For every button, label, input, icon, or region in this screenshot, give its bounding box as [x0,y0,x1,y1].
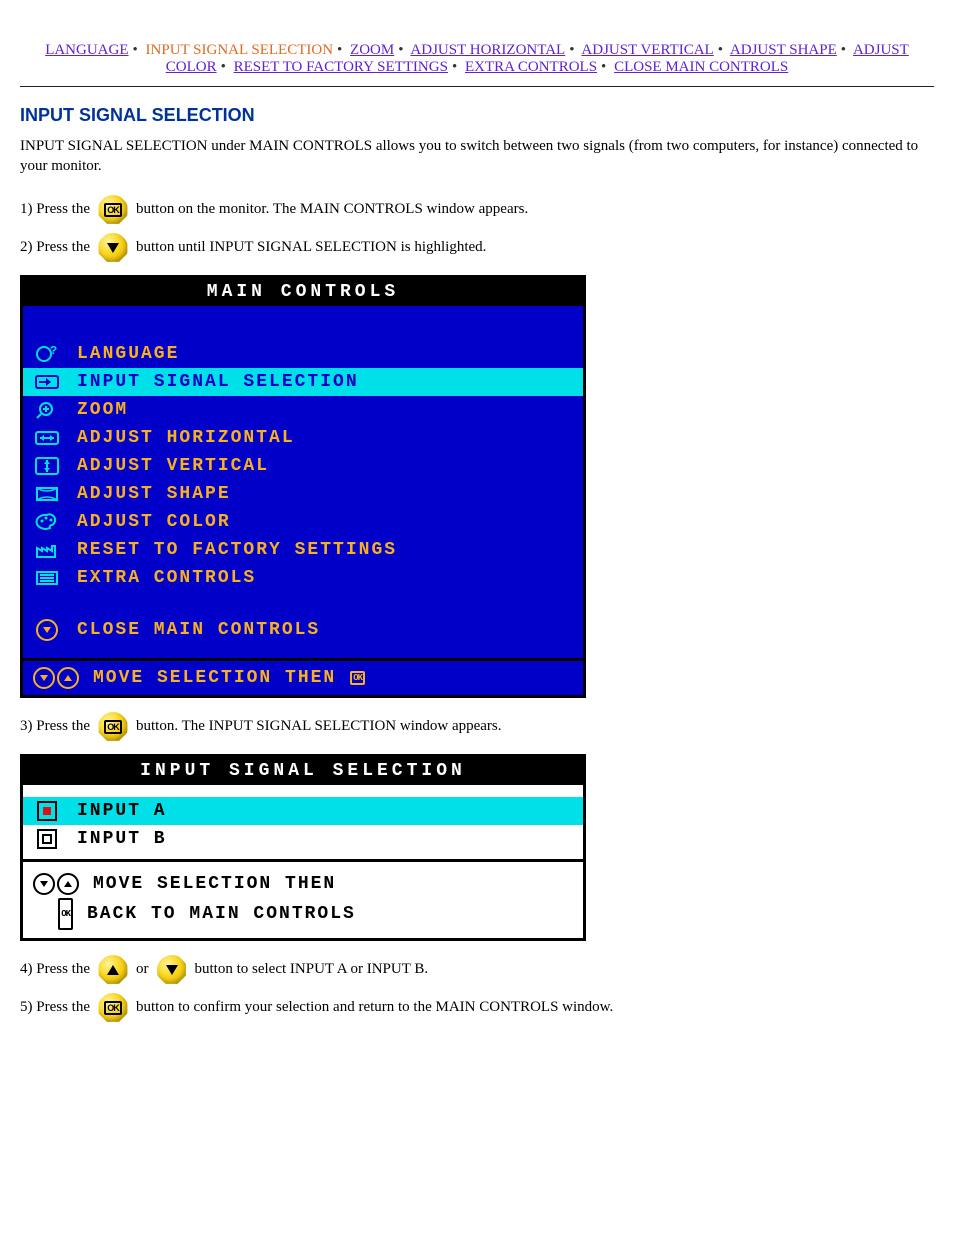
arrow-in-icon [31,373,63,391]
list-icon [31,569,63,587]
ok-box-icon: OK [58,898,73,930]
step-4-text-b: button to select INPUT A or INPUT B. [195,957,429,983]
osd-item-label: ADJUST SHAPE [77,484,231,504]
osd-input-b-label: INPUT B [77,829,167,849]
osd-input-hint2: BACK TO MAIN CONTROLS [87,900,356,928]
nav-reset-factory[interactable]: RESET TO FACTORY SETTINGS [234,59,448,75]
radio-unselected-icon [31,829,63,849]
osd-item-language[interactable]: LANGUAGE [23,340,583,368]
osd-item-label: ADJUST HORIZONTAL [77,428,295,448]
palette-icon [31,513,63,531]
horizontal-arrows-icon [31,429,63,447]
up-button-icon [98,955,128,985]
osd-input-a-label: INPUT A [77,801,167,821]
nav-zoom[interactable]: ZOOM [350,42,394,58]
step-3-text-a: 3) Press the [20,714,90,740]
osd-item-reset-factory[interactable]: RESET TO FACTORY SETTINGS [23,536,583,564]
step-2: 2) Press the button until INPUT SIGNAL S… [20,233,920,263]
step-5-text-a: 5) Press the [20,995,90,1021]
intro-text: INPUT SIGNAL SELECTION under MAIN CONTRO… [20,136,920,177]
osd-item-adjust-horizontal[interactable]: ADJUST HORIZONTAL [23,424,583,452]
osd-input-selection: INPUT SIGNAL SELECTION INPUT A INPUT B [20,754,586,941]
ok-button-icon: OK [98,993,128,1023]
osd-input-hintbar: MOVE SELECTION THEN OK BACK TO MAIN CONT… [23,859,583,938]
osd-item-zoom[interactable]: ZOOM [23,396,583,424]
nav-input-signal-selection: INPUT SIGNAL SELECTION [146,42,334,58]
osd-item-input-signal-selection[interactable]: INPUT SIGNAL SELECTION [23,368,583,396]
globe-question-icon [31,345,63,363]
shape-icon [31,485,63,503]
down-button-icon [98,233,128,263]
osd-item-extra-controls[interactable]: EXTRA CONTROLS [23,564,583,592]
osd-item-adjust-shape[interactable]: ADJUST SHAPE [23,480,583,508]
step-1: 1) Press the OK button on the monitor. T… [20,195,920,225]
breadcrumb: LANGUAGE• INPUT SIGNAL SELECTION• ZOOM• … [20,20,934,80]
ok-button-icon: OK [98,195,128,225]
osd-main-controls: MAIN CONTROLS LANGUAGE INPUT SIGNAL SELE… [20,275,586,698]
osd-item-label: RESET TO FACTORY SETTINGS [77,540,397,560]
down-button-icon [157,955,187,985]
radio-selected-icon [31,801,63,821]
osd-item-adjust-color[interactable]: ADJUST COLOR [23,508,583,536]
osd-input-hint1: MOVE SELECTION THEN [93,870,336,898]
step-4-or: or [136,957,149,983]
step-3-text-b: button. The INPUT SIGNAL SELECTION windo… [136,714,502,740]
nav-adjust-vertical[interactable]: ADJUST VERTICAL [581,42,713,58]
step-4: 4) Press the or button to select INPUT A… [20,955,920,985]
ok-box-icon: OK [350,671,365,685]
factory-icon [31,541,63,559]
step-2-text-b: button until INPUT SIGNAL SELECTION is h… [136,235,486,261]
osd-item-label: ADJUST VERTICAL [77,456,269,476]
nav-close-main-controls[interactable]: CLOSE MAIN CONTROLS [614,59,788,75]
osd-close-main-controls[interactable]: CLOSE MAIN CONTROLS [23,616,583,644]
osd-item-label: EXTRA CONTROLS [77,568,256,588]
step-1-text-b: button on the monitor. The MAIN CONTROLS… [136,197,528,223]
osd-item-label: ZOOM [77,400,128,420]
nav-adjust-horizontal[interactable]: ADJUST HORIZONTAL [410,42,565,58]
osd-input-a[interactable]: INPUT A [23,797,583,825]
nav-adjust-shape[interactable]: ADJUST SHAPE [730,42,837,58]
down-arrow-icon [33,667,55,689]
step-1-text-a: 1) Press the [20,197,90,223]
step-3: 3) Press the OK button. The INPUT SIGNAL… [20,712,920,742]
osd-close-label: CLOSE MAIN CONTROLS [77,620,320,640]
section-title: INPUT SIGNAL SELECTION [20,105,934,126]
step-5: 5) Press the OK button to confirm your s… [20,993,920,1023]
close-down-icon [31,619,63,641]
osd-item-label: LANGUAGE [77,344,179,364]
osd-main-hintbar: MOVE SELECTION THEN OK [23,658,583,695]
osd-input-title: INPUT SIGNAL SELECTION [23,757,583,785]
osd-input-b[interactable]: INPUT B [23,825,583,853]
step-5-text-b: button to confirm your selection and ret… [136,995,613,1021]
osd-main-title: MAIN CONTROLS [23,278,583,306]
up-arrow-icon [57,667,79,689]
osd-main-hint-text: MOVE SELECTION THEN [93,668,336,688]
nav-extra-controls[interactable]: EXTRA CONTROLS [465,59,597,75]
divider [20,86,934,87]
down-arrow-icon [33,873,55,895]
ok-button-icon: OK [98,712,128,742]
osd-item-adjust-vertical[interactable]: ADJUST VERTICAL [23,452,583,480]
step-4-text-a: 4) Press the [20,957,90,983]
osd-item-label: INPUT SIGNAL SELECTION [77,372,359,392]
magnify-icon [31,401,63,419]
vertical-arrows-icon [31,457,63,475]
nav-language[interactable]: LANGUAGE [45,42,128,58]
step-2-text-a: 2) Press the [20,235,90,261]
osd-item-label: ADJUST COLOR [77,512,231,532]
up-arrow-icon [57,873,79,895]
